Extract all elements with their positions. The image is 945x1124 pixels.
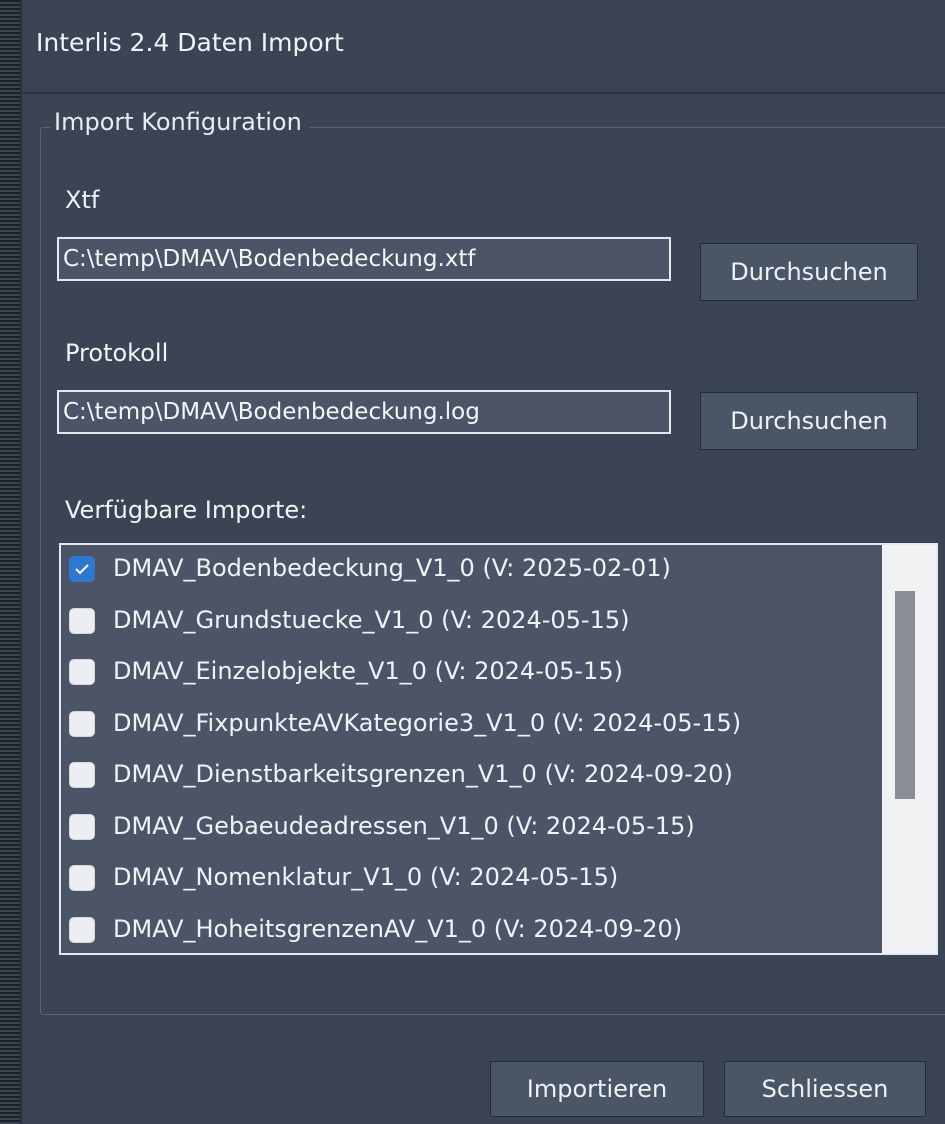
dialog-content: Import Konfiguration Xtf C:\temp\DMAV\Bo… bbox=[22, 94, 945, 1124]
checkbox-unchecked[interactable] bbox=[69, 813, 95, 840]
groupbox-title: Import Konfiguration bbox=[50, 108, 310, 136]
window-title: Interlis 2.4 Daten Import bbox=[36, 28, 344, 57]
list-item-label: DMAV_Einzelobjekte_V1_0 (V: 2024-05-15) bbox=[113, 657, 623, 685]
window-border bbox=[0, 0, 22, 1124]
list-item[interactable]: DMAV_Dienstbarkeitsgrenzen_V1_0 (V: 2024… bbox=[61, 753, 883, 801]
list-item[interactable]: DMAV_Bodenbedeckung_V1_0 (V: 2025-02-01) bbox=[61, 547, 883, 595]
checkmark-icon bbox=[75, 564, 89, 575]
list-item[interactable]: DMAV_FixpunkteAVKategorie3_V1_0 (V: 2024… bbox=[61, 702, 883, 750]
close-button[interactable]: Schliessen bbox=[724, 1061, 926, 1117]
checkbox-unchecked[interactable] bbox=[69, 762, 95, 788]
list-item[interactable]: DMAV_Grundstuecke_V1_0 (V: 2024-05-15) bbox=[61, 599, 883, 647]
checkbox-unchecked[interactable] bbox=[69, 659, 95, 685]
list-item[interactable]: DMAV_Gebaeudeadressen_V1_0 (V: 2024-05-1… bbox=[61, 805, 883, 853]
title-bar[interactable]: Interlis 2.4 Daten Import bbox=[22, 0, 945, 92]
available-imports-list[interactable]: DMAV_Bodenbedeckung_V1_0 (V: 2025-02-01)… bbox=[59, 543, 938, 955]
import-dialog: Interlis 2.4 Daten Import Import Konfigu… bbox=[0, 0, 945, 1124]
import-button[interactable]: Importieren bbox=[490, 1061, 704, 1117]
list-item-label: DMAV_Gebaeudeadressen_V1_0 (V: 2024-05-1… bbox=[113, 811, 695, 840]
protocol-path-input[interactable]: C:\temp\DMAV\Bodenbedeckung.log bbox=[57, 390, 671, 434]
checkbox-unchecked[interactable] bbox=[69, 916, 95, 943]
protocol-label: Protokoll bbox=[65, 339, 169, 367]
xtf-browse-button[interactable]: Durchsuchen bbox=[700, 243, 918, 301]
checkbox-unchecked[interactable] bbox=[69, 865, 95, 891]
checkbox-checked[interactable] bbox=[69, 556, 95, 582]
list-item-label: DMAV_FixpunkteAVKategorie3_V1_0 (V: 2024… bbox=[113, 708, 742, 737]
list-item[interactable]: DMAV_Nomenklatur_V1_0 (V: 2024-05-15) bbox=[61, 856, 883, 904]
list-item-label: DMAV_HoheitsgrenzenAV_V1_0 (V: 2024-09-2… bbox=[113, 914, 683, 943]
checkbox-unchecked[interactable] bbox=[69, 607, 95, 634]
checkbox-unchecked[interactable] bbox=[69, 710, 95, 737]
xtf-label: Xtf bbox=[65, 186, 100, 214]
list-item-label: DMAV_Grundstuecke_V1_0 (V: 2024-05-15) bbox=[113, 605, 630, 634]
protocol-browse-button[interactable]: Durchsuchen bbox=[700, 392, 918, 450]
scrollbar-thumb[interactable] bbox=[895, 591, 915, 799]
list-item[interactable]: DMAV_Einzelobjekte_V1_0 (V: 2024-05-15) bbox=[61, 650, 883, 698]
list-item-label: DMAV_Bodenbedeckung_V1_0 (V: 2025-02-01) bbox=[113, 554, 671, 582]
list-scrollbar[interactable] bbox=[882, 545, 936, 953]
available-imports-label: Verfügbare Importe: bbox=[65, 496, 308, 524]
xtf-path-input[interactable]: C:\temp\DMAV\Bodenbedeckung.xtf bbox=[57, 237, 671, 281]
list-item[interactable]: DMAV_HoheitsgrenzenAV_V1_0 (V: 2024-09-2… bbox=[61, 908, 883, 954]
list-item-label: DMAV_Nomenklatur_V1_0 (V: 2024-05-15) bbox=[113, 863, 619, 891]
list-item-label: DMAV_Dienstbarkeitsgrenzen_V1_0 (V: 2024… bbox=[113, 760, 733, 788]
